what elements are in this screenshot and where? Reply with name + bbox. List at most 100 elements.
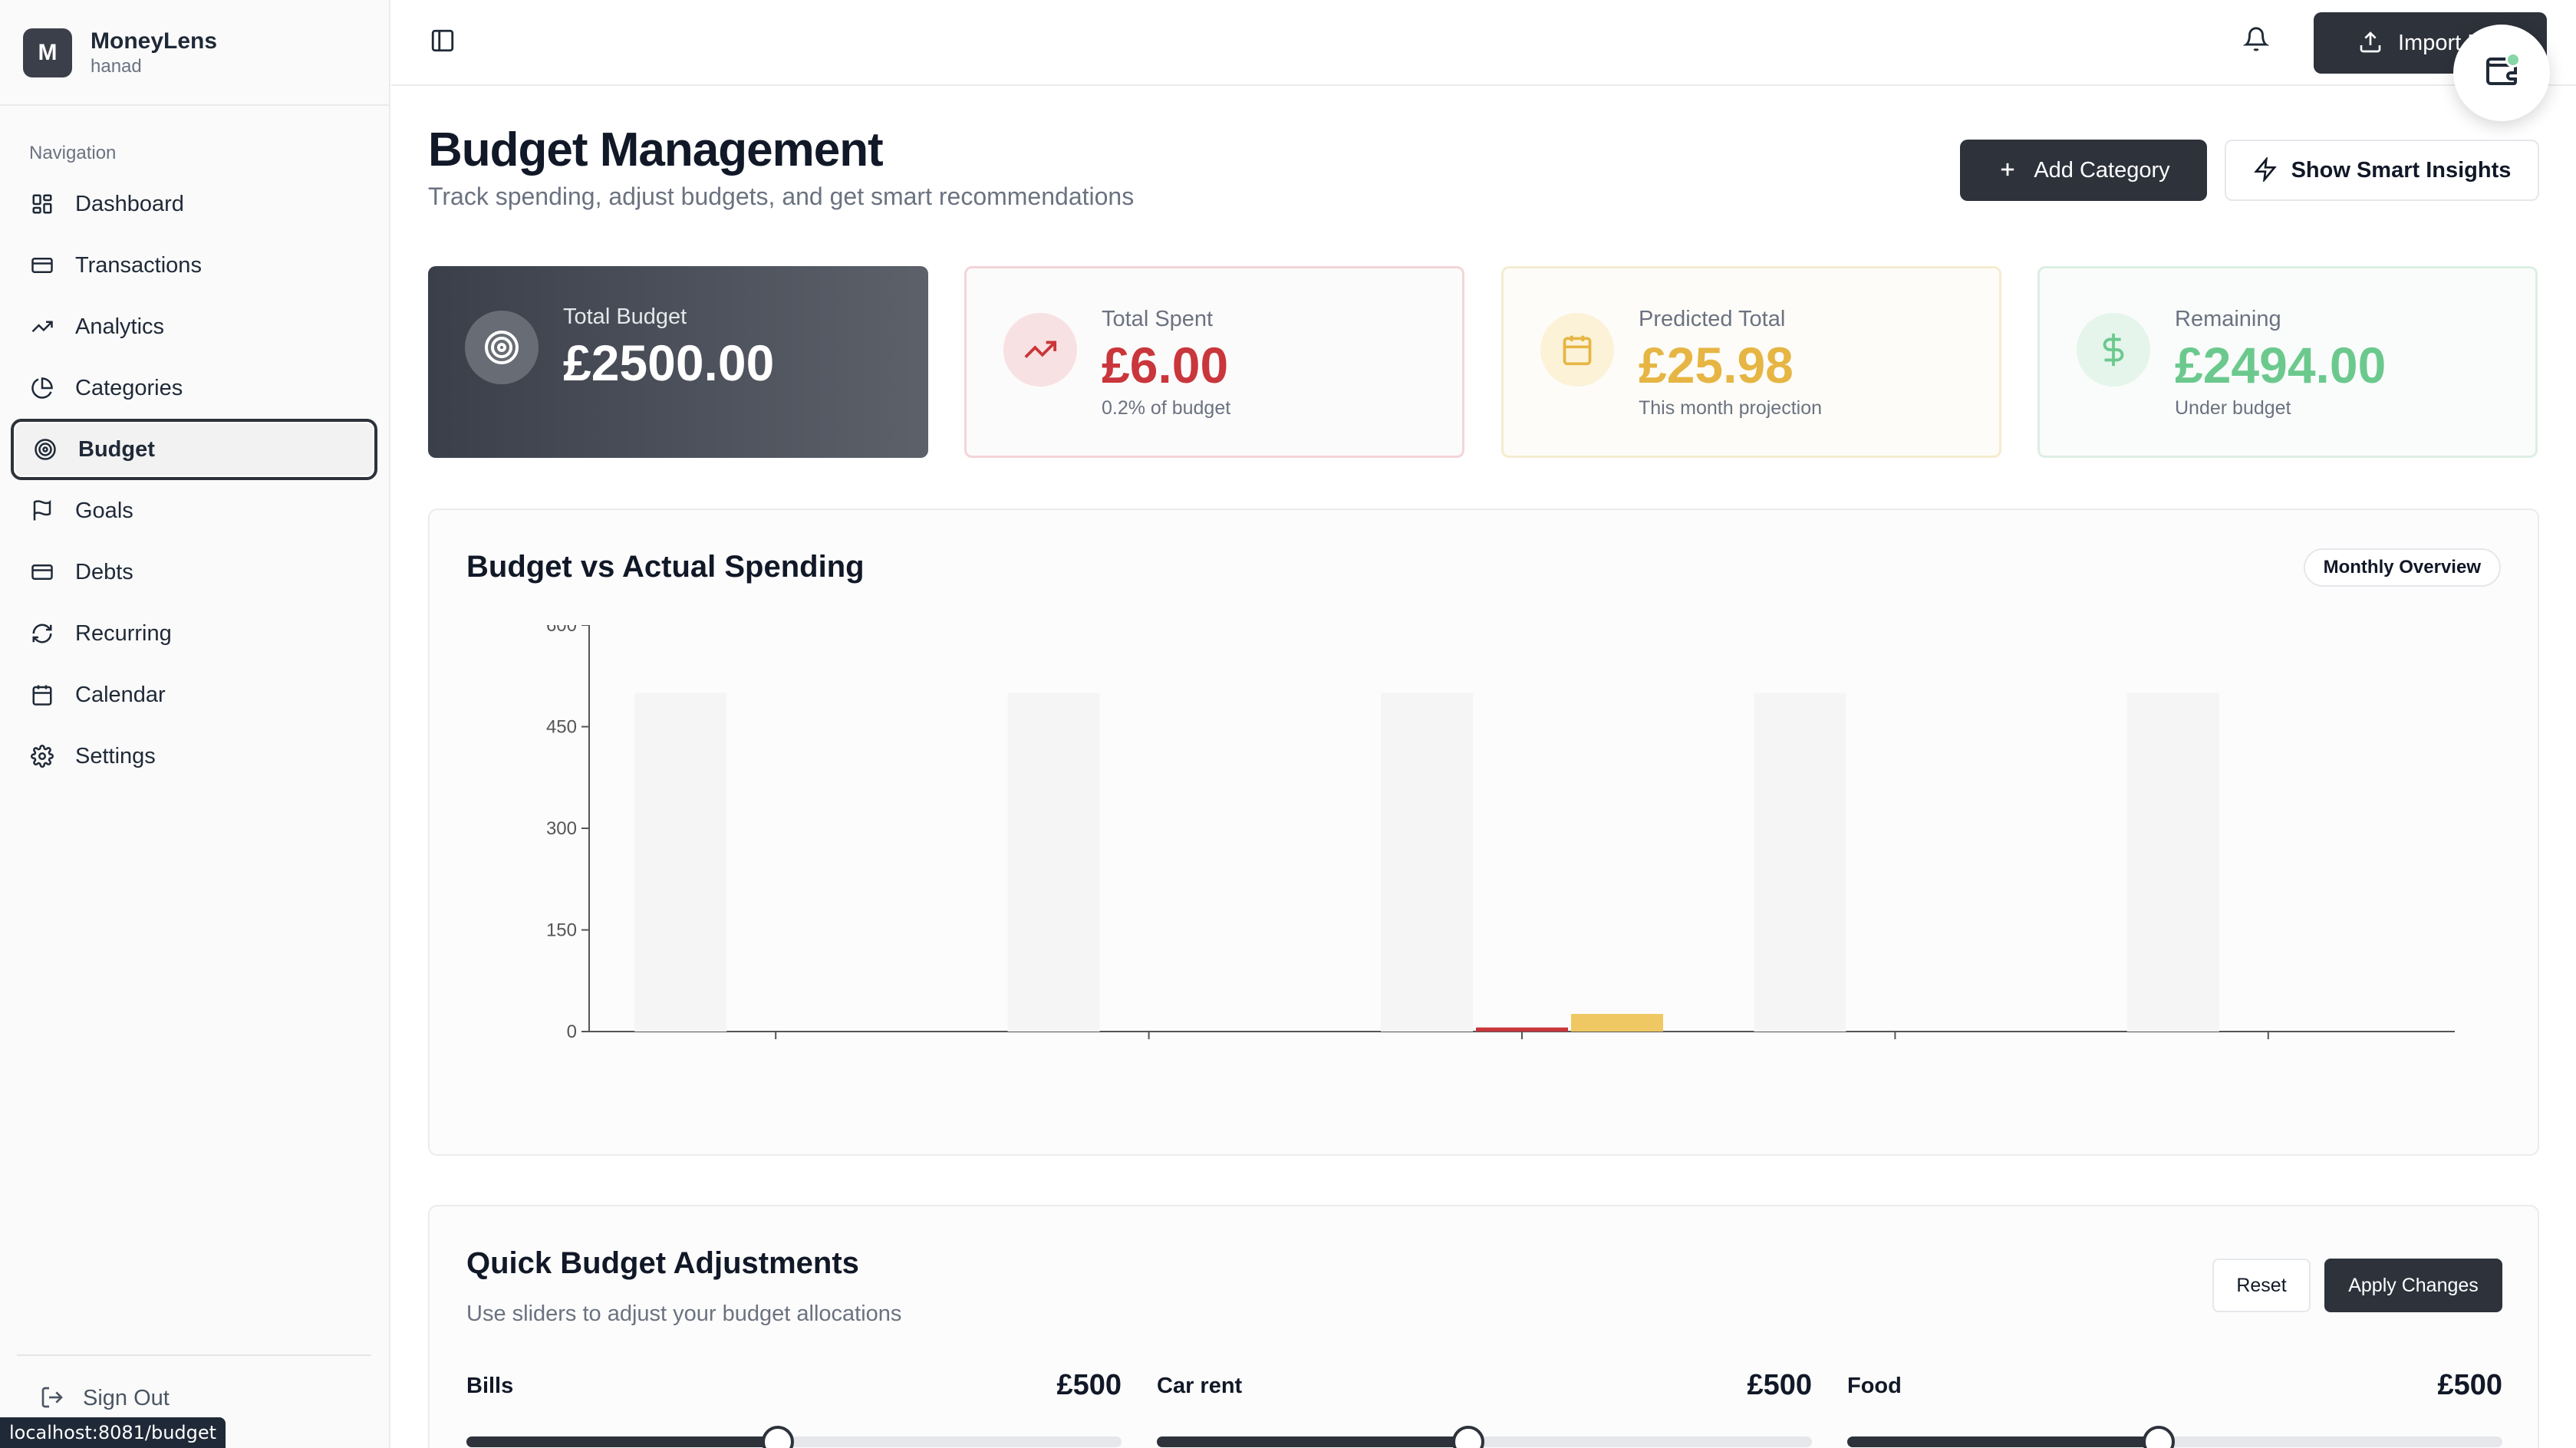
stat-label: Total Spent	[1102, 307, 1214, 331]
brand-user: hanad	[91, 56, 142, 77]
sidebar-item-label: Transactions	[75, 252, 202, 278]
sidebar-item-calendar[interactable]: Calendar	[11, 664, 377, 726]
refresh-icon	[29, 620, 55, 647]
slider-fill	[466, 1436, 778, 1447]
slider-thumb[interactable]	[2142, 1426, 2175, 1448]
wallet-fab-button[interactable]	[2453, 25, 2550, 121]
y-tick-label: 0	[567, 1022, 577, 1039]
divider	[17, 1354, 371, 1356]
sidebar-item-label: Categories	[75, 375, 183, 400]
sidebar-item-debts[interactable]: Debts	[11, 541, 377, 603]
apply-changes-button[interactable]: Apply Changes	[2324, 1259, 2502, 1312]
flag-icon	[29, 498, 55, 524]
bar	[1476, 1027, 1568, 1032]
slider-fill	[1157, 1436, 1468, 1447]
stat-value: £6.00	[1102, 337, 1229, 393]
bar	[1007, 693, 1100, 1032]
sidebar-item-label: Settings	[75, 743, 156, 768]
sidebar-item-categories[interactable]: Categories	[11, 357, 377, 419]
target-icon	[465, 311, 539, 384]
target-icon	[32, 436, 58, 462]
pie-icon	[29, 375, 55, 401]
sidebar-item-goals[interactable]: Goals	[11, 480, 377, 541]
slider-amount: £500	[1056, 1369, 1122, 1401]
slider-name: Car rent	[1157, 1374, 1243, 1398]
app-root: M MoneyLens hanad Navigation Dashboard T…	[0, 0, 2576, 1448]
slider-amount: £500	[2437, 1369, 2502, 1401]
smart-insights-label: Show Smart Insights	[2291, 157, 2512, 183]
trend-icon	[29, 314, 55, 340]
logout-icon	[40, 1385, 66, 1411]
slider-track[interactable]	[466, 1426, 1122, 1448]
total-budget-card: Total Budget £2500.00	[428, 266, 928, 458]
slider-fill	[1847, 1436, 2159, 1447]
bar	[634, 693, 727, 1032]
slider-thumb[interactable]	[1451, 1426, 1484, 1448]
gear-icon	[29, 743, 55, 769]
lightning-icon	[2253, 156, 2279, 183]
add-category-label: Add Category	[2034, 157, 2170, 183]
add-category-button[interactable]: Add Category	[1960, 140, 2207, 201]
slider-amount: £500	[1747, 1369, 1812, 1401]
adjustments-title: Quick Budget Adjustments	[466, 1246, 859, 1280]
sidebar-item-dashboard[interactable]: Dashboard	[11, 173, 377, 235]
page-title: Budget Management	[428, 123, 884, 176]
panel-left-icon	[431, 29, 454, 52]
calendar-icon	[1540, 313, 1614, 387]
remaining-card: Remaining £2494.00 Under budget	[2037, 266, 2538, 458]
sidebar-item-recurring[interactable]: Recurring	[11, 603, 377, 664]
stat-note: 0.2% of budget	[1102, 397, 1231, 419]
adjustments-subtitle: Use sliders to adjust your budget alloca…	[466, 1302, 902, 1326]
stat-label: Remaining	[2175, 307, 2281, 331]
reset-button[interactable]: Reset	[2212, 1259, 2311, 1312]
slider-track[interactable]	[1157, 1426, 1812, 1448]
budget-chart-panel: Budget vs Actual Spending Monthly Overvi…	[428, 508, 2539, 1156]
monthly-overview-badge[interactable]: Monthly Overview	[2303, 548, 2501, 587]
stat-note: Under budget	[2175, 397, 2291, 419]
dollar-icon	[2077, 313, 2150, 387]
dashboard-icon	[29, 191, 55, 217]
page-subtitle: Track spending, adjust budgets, and get …	[428, 183, 1135, 210]
upload-icon	[2358, 30, 2384, 56]
y-tick-label: 450	[546, 717, 577, 738]
stat-label: Total Budget	[563, 304, 687, 329]
sidebar-item-transactions[interactable]: Transactions	[11, 235, 377, 296]
stat-value: £2500.00	[563, 334, 775, 391]
sidebar-item-label: Goals	[75, 498, 133, 523]
card-icon	[29, 559, 55, 585]
sidebar-item-budget[interactable]: Budget	[11, 419, 377, 480]
smart-insights-button[interactable]: Show Smart Insights	[2225, 140, 2539, 201]
bell-icon	[2242, 27, 2270, 51]
slider-name: Bills	[466, 1374, 514, 1398]
y-tick-label: 600	[546, 625, 577, 636]
bar	[1754, 693, 1846, 1032]
notifications-button[interactable]	[2242, 26, 2274, 57]
bar	[1571, 1014, 1663, 1032]
sign-out-button[interactable]: Sign Out	[40, 1385, 170, 1411]
status-dot	[2505, 52, 2521, 67]
sidebar-item-label: Analytics	[75, 314, 165, 339]
slider-name: Food	[1847, 1374, 1902, 1398]
sidebar-toggle-button[interactable]	[430, 28, 460, 58]
sidebar-item-label: Debts	[75, 559, 133, 584]
stat-value: £2494.00	[2175, 337, 2387, 393]
bar	[1381, 693, 1473, 1032]
topbar: Import D	[391, 0, 2576, 86]
divider	[0, 104, 390, 106]
slider-thumb[interactable]	[761, 1426, 794, 1448]
stat-value: £25.98	[1639, 337, 1794, 393]
brand-avatar: M	[23, 28, 72, 77]
card-icon	[29, 252, 55, 278]
stat-note: This month projection	[1639, 397, 1823, 419]
sidebar-item-settings[interactable]: Settings	[11, 726, 377, 787]
sidebar-item-analytics[interactable]: Analytics	[11, 296, 377, 357]
nav-label: Navigation	[29, 143, 117, 163]
slider-track[interactable]	[1847, 1426, 2502, 1448]
budget-adjustments-panel: Quick Budget Adjustments Use sliders to …	[428, 1205, 2539, 1448]
brand[interactable]: M MoneyLens hanad	[23, 28, 217, 78]
brand-name: MoneyLens	[91, 28, 218, 54]
sidebar-item-label: Recurring	[75, 620, 172, 646]
y-tick-label: 150	[546, 920, 577, 941]
status-url: localhost:8081/budget	[0, 1417, 226, 1448]
sign-out-label: Sign Out	[83, 1385, 170, 1410]
